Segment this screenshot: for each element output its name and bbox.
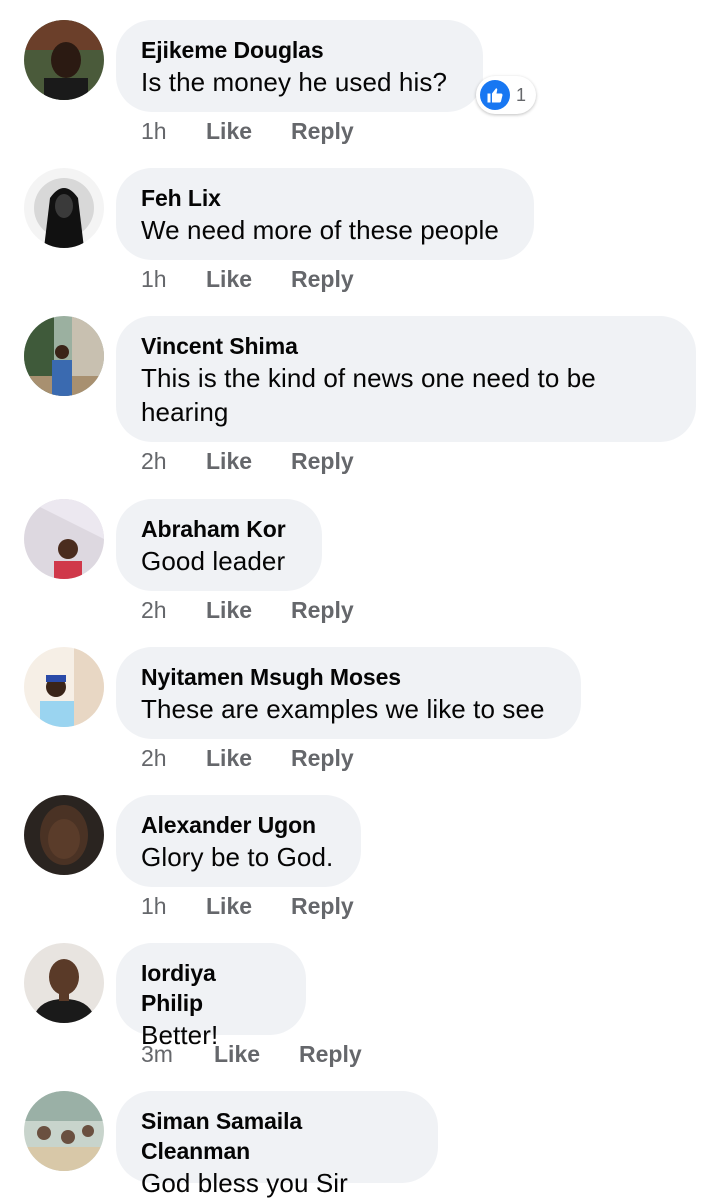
comment-author[interactable]: Ejikeme Douglas	[141, 35, 457, 65]
avatar[interactable]	[24, 1091, 104, 1171]
avatar[interactable]	[24, 316, 104, 396]
comment-author[interactable]: Iordiya Philip	[141, 958, 280, 1018]
reply-button[interactable]: Reply	[291, 595, 354, 625]
comment-time[interactable]: 2h	[141, 446, 206, 476]
comment-author[interactable]: Nyitamen Msugh Moses	[141, 662, 555, 692]
comment-text: Glory be to God.	[141, 842, 334, 872]
reply-button[interactable]: Reply	[299, 1039, 362, 1069]
reaction-count: 1	[516, 84, 527, 105]
reply-button[interactable]: Reply	[291, 891, 354, 921]
comment-bubble: Ejikeme Douglas Is the money he used his…	[116, 20, 483, 112]
like-button[interactable]: Like	[206, 595, 291, 625]
like-button[interactable]: Like	[206, 891, 291, 921]
comment-actions: 1h Like Reply	[141, 891, 354, 921]
avatar[interactable]	[24, 499, 104, 579]
reply-button[interactable]: Reply	[291, 446, 354, 476]
comment-actions: 2h Like Reply	[141, 446, 354, 476]
comment-text: God bless you Sir	[141, 1168, 348, 1198]
like-button[interactable]: Like	[206, 116, 291, 146]
avatar[interactable]	[24, 168, 104, 248]
comment-time[interactable]: 3m	[141, 1039, 214, 1069]
comment-time[interactable]: 1h	[141, 891, 206, 921]
avatar[interactable]	[24, 20, 104, 100]
comment-actions: 1h Like Reply	[141, 264, 354, 294]
reply-button[interactable]: Reply	[291, 743, 354, 773]
comment-bubble: Nyitamen Msugh Moses These are examples …	[116, 647, 581, 739]
comment-bubble: Vincent Shima This is the kind of news o…	[116, 316, 696, 442]
like-button[interactable]: Like	[206, 743, 291, 773]
avatar-image	[24, 168, 104, 248]
avatar-image	[24, 1091, 104, 1171]
like-button[interactable]: Like	[206, 264, 291, 294]
comment-text: Good leader	[141, 546, 286, 576]
like-icon	[480, 80, 510, 110]
comment-author[interactable]: Alexander Ugon	[141, 810, 335, 840]
reply-button[interactable]: Reply	[291, 116, 354, 146]
comment-time[interactable]: 1h	[141, 116, 206, 146]
comment-actions: 1h Like Reply	[141, 116, 354, 146]
comment-text: These are examples we like to see	[141, 694, 545, 724]
comment-bubble: Abraham Kor Good leader	[116, 499, 322, 591]
comment-bubble: Iordiya Philip Better!	[116, 943, 306, 1050]
avatar-image	[24, 647, 104, 727]
comment-text: We need more of these people	[141, 215, 499, 245]
comment-author[interactable]: Abraham Kor	[141, 514, 296, 544]
comment-text: Is the money he used his?	[141, 67, 448, 97]
avatar-image	[24, 795, 104, 875]
comment-bubble: Siman Samaila Cleanman God bless you Sir	[116, 1091, 438, 1198]
comment-time[interactable]: 2h	[141, 595, 206, 625]
avatar-image	[24, 943, 104, 1023]
avatar[interactable]	[24, 795, 104, 875]
like-button[interactable]: Like	[214, 1039, 299, 1069]
comment-text: This is the kind of news one need to be …	[141, 363, 596, 427]
comment-actions: 3m Like Reply	[141, 1039, 362, 1069]
reaction-badge[interactable]: 1	[476, 76, 537, 114]
avatar[interactable]	[24, 943, 104, 1023]
comment-time[interactable]: 1h	[141, 264, 206, 294]
comment-actions: 2h Like Reply	[141, 743, 354, 773]
reply-button[interactable]: Reply	[291, 264, 354, 294]
avatar-image	[24, 499, 104, 579]
like-button[interactable]: Like	[206, 446, 291, 476]
comment-bubble: Feh Lix We need more of these people	[116, 168, 534, 260]
comment-author[interactable]: Siman Samaila Cleanman	[141, 1106, 412, 1166]
comment-bubble: Alexander Ugon Glory be to God.	[116, 795, 361, 887]
avatar[interactable]	[24, 647, 104, 727]
avatar-image	[24, 316, 104, 396]
avatar-image	[24, 20, 104, 100]
comment-author[interactable]: Feh Lix	[141, 183, 508, 213]
comment-author[interactable]: Vincent Shima	[141, 331, 670, 361]
comment-actions: 2h Like Reply	[141, 595, 354, 625]
comment-time[interactable]: 2h	[141, 743, 206, 773]
